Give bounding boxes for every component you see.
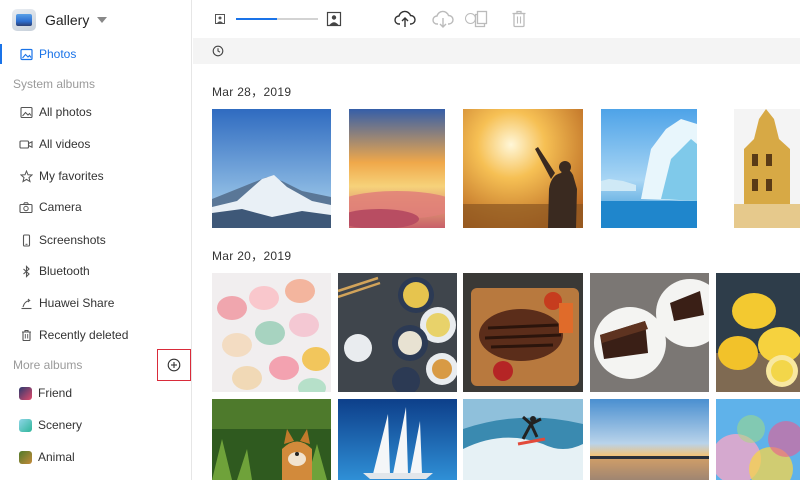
sidebar-item-screenshots[interactable]: Screenshots [0, 227, 191, 253]
photo-thumbnail-sailing-ship[interactable] [338, 399, 457, 480]
phone-icon [19, 233, 33, 247]
upload-icon[interactable] [393, 9, 417, 29]
chevron-down-icon [97, 17, 108, 23]
clock-icon[interactable] [212, 45, 224, 57]
camera-icon [19, 200, 33, 214]
sidebar-item-huawei-share[interactable]: Huawei Share [0, 290, 191, 316]
bluetooth-icon [19, 264, 33, 278]
photo-thumbnail-corgi[interactable] [212, 399, 331, 480]
album-cover [19, 450, 32, 464]
sidebar-item-label: Recently deleted [39, 328, 129, 342]
delete-icon[interactable] [509, 9, 529, 29]
sidebar-item-camera[interactable]: Camera [0, 194, 191, 220]
photo-thumbnail-surfer[interactable] [463, 399, 583, 480]
toolbar [193, 0, 800, 38]
app-switcher[interactable]: Gallery [12, 8, 108, 32]
thumbnail-size-slider[interactable] [236, 18, 318, 20]
album-cover [19, 418, 32, 432]
photo-thumbnail-tower-building[interactable] [734, 109, 800, 228]
share-icon [19, 296, 33, 310]
sidebar-item-label: Friend [38, 386, 73, 400]
video-icon [19, 137, 33, 151]
sidebar-item-label: Camera [39, 200, 82, 214]
sidebar-item-recently-deleted[interactable]: Recently deleted [0, 322, 191, 348]
image-icon [19, 105, 33, 119]
date-group-header: Mar 28，2019 [212, 85, 292, 99]
app-title: Gallery [45, 12, 90, 28]
album-cover [19, 386, 32, 400]
download-icon[interactable] [431, 9, 455, 29]
album-item-scenery[interactable]: Scenery [0, 412, 191, 438]
slider-fill [236, 18, 277, 20]
sidebar-item-bluetooth[interactable]: Bluetooth [0, 258, 191, 284]
photo-thumbnail-dumplings[interactable] [338, 273, 457, 392]
sidebar-item-label: My favorites [39, 169, 104, 183]
sidebar-item-label: Animal [38, 450, 75, 464]
photo-thumbnail-lemons[interactable] [716, 273, 800, 392]
album-item-animal[interactable]: Animal [0, 444, 191, 470]
photo-thumbnail-colorful-powder[interactable] [716, 399, 800, 480]
large-thumbnail-icon[interactable] [324, 9, 344, 29]
photo-thumbnail-cake-slice[interactable] [590, 273, 709, 392]
sidebar-item-label: Photos [39, 47, 77, 61]
gallery-logo-icon [12, 9, 36, 31]
photo-thumbnail-steak[interactable] [463, 273, 583, 392]
gallery-app: Gallery Photos System albums All photos … [0, 0, 800, 480]
photo-thumbnail-person-sunrise[interactable] [463, 109, 583, 228]
sidebar-item-label: All photos [39, 105, 92, 119]
add-album-button[interactable] [157, 349, 191, 381]
album-item-friend[interactable]: Friend [0, 380, 191, 406]
photo-thumbnail-mountain-snow[interactable] [212, 109, 331, 228]
star-icon [19, 169, 33, 183]
photo-thumbnail-sunset-clouds[interactable] [349, 109, 445, 228]
system-albums-heading: System albums [13, 77, 96, 91]
sidebar-item-my-favorites[interactable]: My favorites [0, 163, 191, 189]
more-albums-heading: More albums [13, 358, 83, 372]
sidebar-item-label: All videos [39, 137, 91, 151]
sidebar-item-label: Screenshots [39, 233, 106, 247]
sidebar-item-label: Bluetooth [39, 264, 90, 278]
photo-thumbnail-iceberg-sea[interactable] [601, 109, 697, 228]
timeline-bar [193, 38, 800, 64]
trash-icon [19, 328, 33, 342]
photo-thumbnail-lake-dusk[interactable] [590, 399, 709, 480]
photo-thumbnail-macarons[interactable] [212, 273, 331, 392]
small-thumbnail-icon[interactable] [210, 9, 230, 29]
sidebar-item-label: Huawei Share [39, 296, 115, 310]
sidebar: Gallery Photos System albums All photos … [0, 0, 192, 480]
sidebar-item-label: Scenery [38, 418, 83, 432]
plus-circle-icon [167, 358, 181, 372]
date-group-header: Mar 20，2019 [212, 249, 292, 263]
sidebar-item-all-photos[interactable]: All photos [0, 99, 191, 125]
sidebar-item-photos[interactable]: Photos [0, 41, 191, 67]
sidebar-item-all-videos[interactable]: All videos [0, 131, 191, 157]
copy-icon[interactable] [471, 9, 491, 29]
image-icon [19, 47, 33, 61]
